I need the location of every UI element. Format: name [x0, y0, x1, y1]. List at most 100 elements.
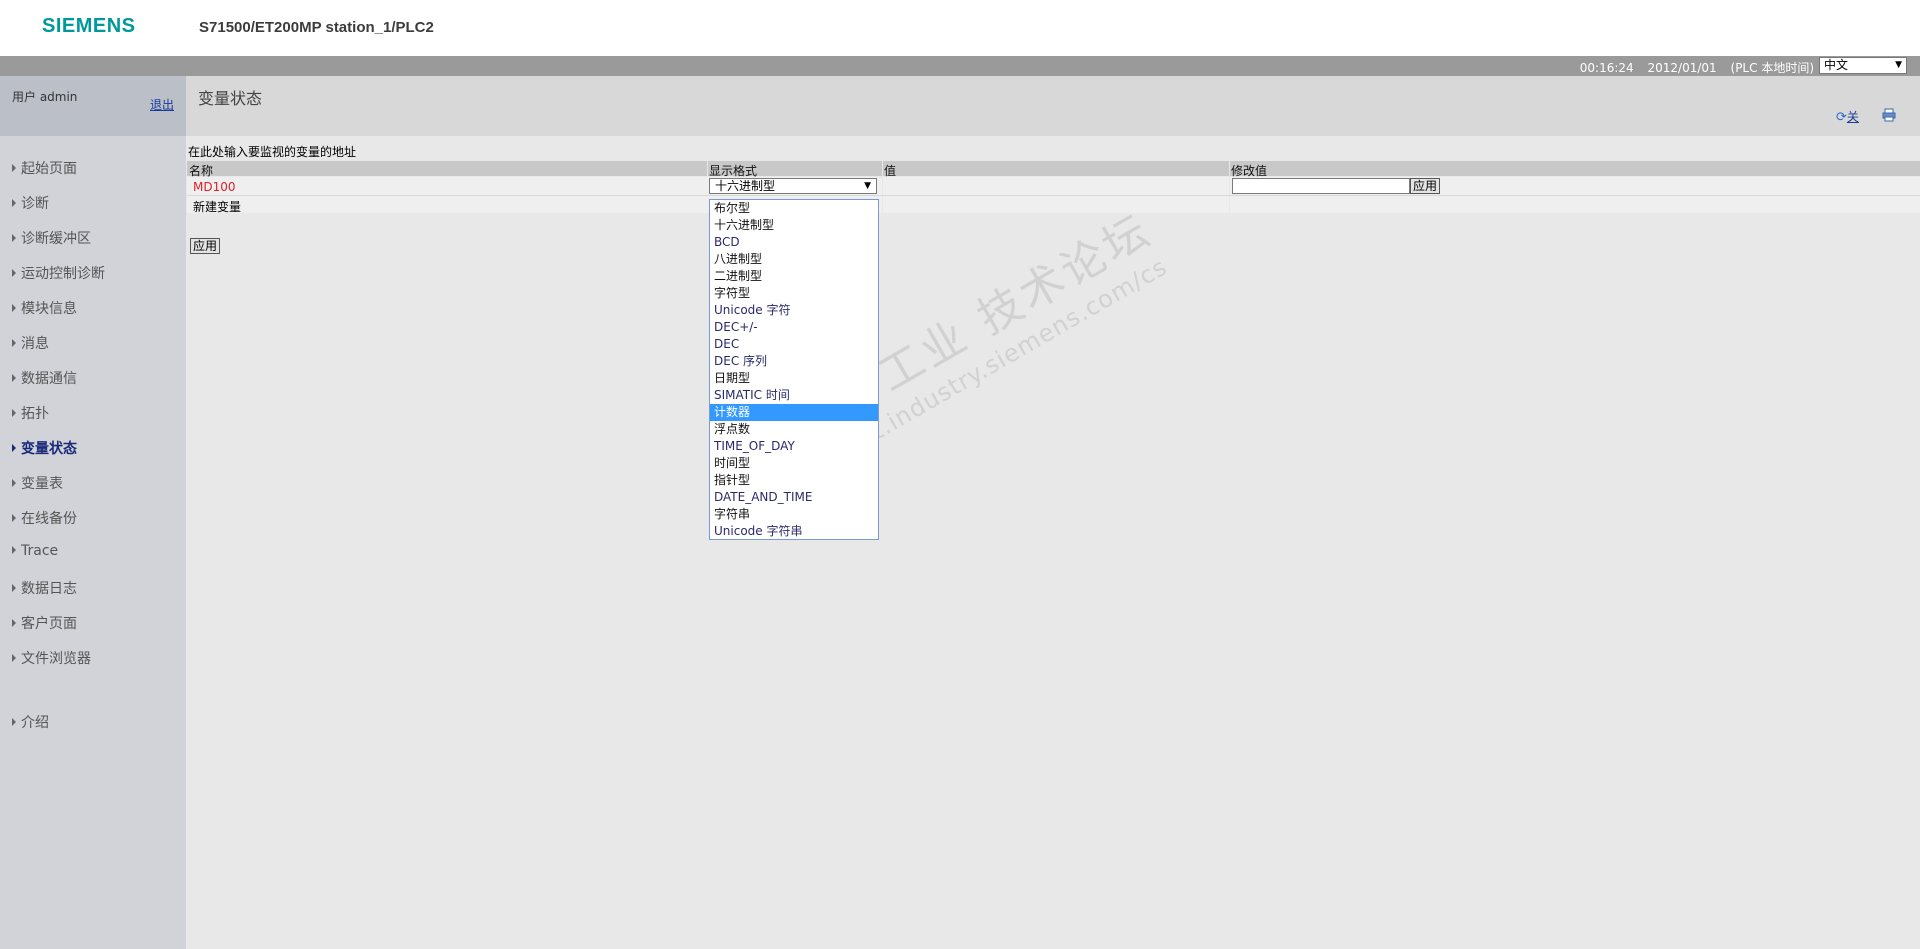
dropdown-option-pointer[interactable]: 指针型 [710, 472, 878, 489]
triangle-right-icon [12, 479, 16, 487]
logout-link[interactable]: 退出 [150, 96, 174, 113]
dropdown-option-dec-signed[interactable]: DEC+/- [710, 319, 878, 336]
dropdown-option-hex[interactable]: 十六进制型 [710, 217, 878, 234]
dropdown-option-bool[interactable]: 布尔型 [710, 200, 878, 217]
display-format-value: 十六进制型 [715, 179, 776, 193]
clock-timezone: (PLC 本地时间) [1730, 61, 1814, 75]
header: SIEMENS S71500/ET200MP station_1/PLC2 [0, 0, 1920, 56]
sidebar-item-introduction[interactable]: 介绍 [12, 712, 49, 732]
row-apply-button[interactable]: 应用 [1410, 178, 1441, 194]
dropdown-option-simatic-time[interactable]: SIMATIC 时间 [710, 387, 878, 404]
triangle-right-icon [12, 514, 16, 522]
sidebar-item-messages[interactable]: 消息 [12, 333, 49, 353]
dropdown-option-string[interactable]: 字符串 [710, 506, 878, 523]
sidebar-item-label: 模块信息 [21, 301, 77, 317]
dropdown-option-unicode-char[interactable]: Unicode 字符 [710, 302, 878, 319]
chevron-down-icon: ▼ [864, 181, 871, 191]
sidebar-item-label: 运动控制诊断 [21, 266, 105, 282]
sidebar-item-trace[interactable]: Trace [12, 543, 58, 559]
column-divider [1229, 177, 1230, 195]
dropdown-option-dec-sequence[interactable]: DEC 序列 [710, 353, 878, 370]
sidebar: 用户 admin 退出 起始页面 诊断 诊断缓冲区 运动控制诊断 模块信息 消息… [0, 76, 186, 949]
sidebar-item-topology[interactable]: 拓扑 [12, 403, 49, 423]
triangle-right-icon [12, 444, 16, 452]
dropdown-option-date-and-time[interactable]: DATE_AND_TIME [710, 489, 878, 506]
sidebar-item-label: 变量状态 [21, 441, 77, 457]
sidebar-item-label: 消息 [21, 336, 49, 352]
dropdown-option-date[interactable]: 日期型 [710, 370, 878, 387]
sidebar-item-watch-tables[interactable]: 变量表 [12, 473, 63, 493]
dropdown-option-octal[interactable]: 八进制型 [710, 251, 878, 268]
triangle-right-icon [12, 584, 16, 592]
sidebar-item-online-backup[interactable]: 在线备份 [12, 508, 77, 528]
page-header: 变量状态 ⟳关 [186, 76, 1920, 136]
user-label: 用户 admin [12, 90, 78, 104]
sidebar-item-label: 起始页面 [21, 161, 77, 177]
page-title: 变量状态 [198, 89, 263, 108]
sidebar-item-start-page[interactable]: 起始页面 [12, 158, 77, 178]
sidebar-item-label: 诊断 [21, 196, 49, 212]
variable-name[interactable]: MD100 [193, 180, 236, 194]
modify-value-input[interactable] [1232, 178, 1410, 194]
column-divider [882, 196, 883, 213]
triangle-right-icon [12, 304, 16, 312]
triangle-right-icon [12, 546, 16, 554]
sidebar-item-label: 数据日志 [21, 581, 77, 597]
column-divider [707, 161, 708, 176]
sidebar-item-label: 在线备份 [21, 511, 77, 527]
dropdown-option-time[interactable]: 时间型 [710, 455, 878, 472]
main-content: 在此处输入要监视的变量的地址 名称 显示格式 值 修改值 MD100 十六进制型… [186, 136, 1920, 949]
sidebar-item-label: 介绍 [21, 715, 49, 731]
sidebar-item-motion-control[interactable]: 运动控制诊断 [12, 263, 105, 283]
dropdown-option-counter[interactable]: 计数器 [710, 404, 878, 421]
display-format-select[interactable]: 十六进制型 ▼ [709, 178, 877, 194]
sidebar-item-communication[interactable]: 数据通信 [12, 368, 77, 388]
language-value: 中文 [1824, 58, 1849, 72]
sidebar-item-label: 变量表 [21, 476, 63, 492]
siemens-logo: SIEMENS [42, 15, 136, 37]
refresh-toggle[interactable]: ⟳关 [1836, 108, 1859, 125]
column-divider [882, 177, 883, 195]
dropdown-option-char[interactable]: 字符型 [710, 285, 878, 302]
apply-button[interactable]: 应用 [190, 238, 221, 254]
sidebar-item-user-pages[interactable]: 客户页面 [12, 613, 77, 633]
table-row: 新建变量 [187, 196, 1920, 215]
sidebar-item-file-browser[interactable]: 文件浏览器 [12, 648, 91, 668]
sidebar-item-label: 文件浏览器 [21, 651, 91, 667]
new-variable-entry[interactable]: 新建变量 [193, 198, 241, 215]
sidebar-item-diagnostic-buffer[interactable]: 诊断缓冲区 [12, 228, 91, 248]
print-icon[interactable] [1882, 108, 1896, 122]
sidebar-item-data-logs[interactable]: 数据日志 [12, 578, 77, 598]
status-bar: 00:16:24 2012/01/01 (PLC 本地时间) 中文 ▼ [0, 56, 1920, 76]
sidebar-item-diagnostics[interactable]: 诊断 [12, 193, 49, 213]
sidebar-item-module-info[interactable]: 模块信息 [12, 298, 77, 318]
triangle-right-icon [12, 339, 16, 347]
triangle-right-icon [12, 234, 16, 242]
triangle-right-icon [12, 654, 16, 662]
table-row: MD100 十六进制型 ▼ 应用 [187, 177, 1920, 196]
sidebar-item-label: 数据通信 [21, 371, 77, 387]
refresh-icon: ⟳ [1836, 110, 1847, 125]
column-divider [882, 161, 883, 176]
sidebar-item-label: 客户页面 [21, 616, 77, 632]
column-divider [1229, 196, 1230, 213]
clock-date: 2012/01/01 [1647, 61, 1717, 75]
station-title: S71500/ET200MP station_1/PLC2 [199, 19, 434, 36]
sidebar-item-label: 诊断缓冲区 [21, 231, 91, 247]
dropdown-option-dec[interactable]: DEC [710, 336, 878, 353]
language-select[interactable]: 中文 ▼ [1819, 57, 1907, 74]
triangle-right-icon [12, 409, 16, 417]
display-format-dropdown: 布尔型 十六进制型 BCD 八进制型 二进制型 字符型 Unicode 字符 D… [709, 199, 879, 540]
triangle-right-icon [12, 718, 16, 726]
dropdown-option-unicode-string[interactable]: Unicode 字符串 [710, 523, 878, 540]
dropdown-option-binary[interactable]: 二进制型 [710, 268, 878, 285]
dropdown-option-bcd[interactable]: BCD [710, 234, 878, 251]
triangle-right-icon [12, 269, 16, 277]
column-divider [1229, 161, 1230, 176]
dropdown-option-time-of-day[interactable]: TIME_OF_DAY [710, 438, 878, 455]
chevron-down-icon: ▼ [1895, 60, 1902, 70]
dropdown-option-float[interactable]: 浮点数 [710, 421, 878, 438]
sidebar-item-tag-status[interactable]: 变量状态 [12, 438, 77, 458]
sidebar-item-label: 拓扑 [21, 406, 49, 422]
user-box: 用户 admin 退出 [0, 76, 186, 136]
